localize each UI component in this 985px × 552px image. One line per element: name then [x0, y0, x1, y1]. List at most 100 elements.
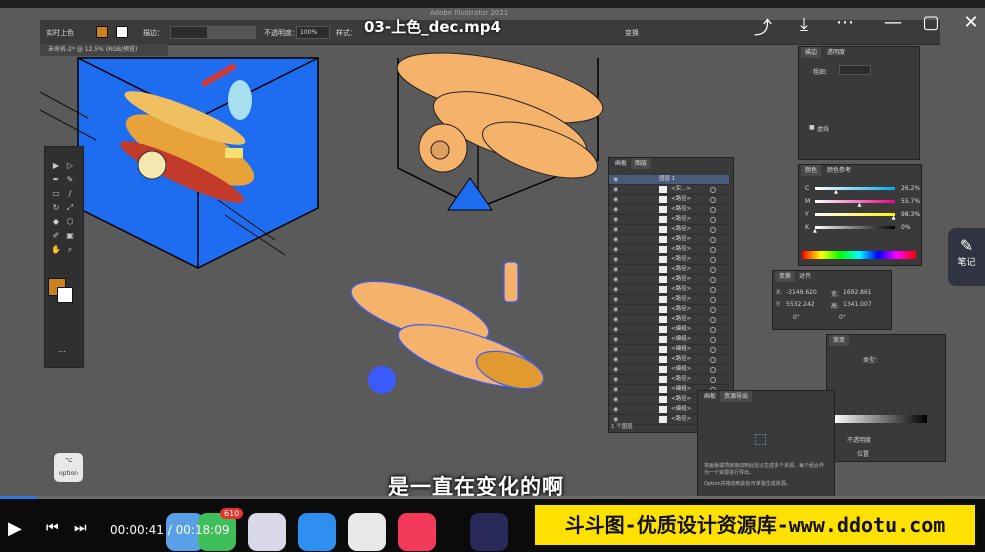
layer-row[interactable]: ◉ <路径>: [609, 375, 729, 385]
close-icon[interactable]: ✕: [958, 12, 984, 33]
tab-artboards-2[interactable]: 画板: [700, 391, 720, 402]
hand-tool-icon[interactable]: ✋: [51, 245, 61, 255]
direct-selection-tool-icon[interactable]: ▷: [65, 161, 75, 171]
layer-row[interactable]: ◉ <路径>: [609, 265, 729, 275]
h-value[interactable]: 1341.007: [843, 301, 872, 308]
color-channel-row[interactable]: Y ▲ 98.3%: [805, 211, 920, 221]
color-spectrum[interactable]: [802, 251, 916, 259]
tab-asset-export[interactable]: 资源导出: [720, 391, 753, 402]
share-icon[interactable]: ⤴: [750, 14, 776, 40]
target-circle-icon[interactable]: [710, 227, 716, 233]
play-icon[interactable]: ▶: [8, 518, 22, 539]
layer-row[interactable]: ◉ <路径>: [609, 315, 729, 325]
eyedropper-tool-icon[interactable]: ✐: [51, 231, 61, 241]
visibility-eye-icon[interactable]: ◉: [613, 375, 618, 384]
target-circle-icon[interactable]: [710, 367, 716, 373]
layer-row[interactable]: ◉ <路径>: [609, 235, 729, 245]
channel-slider[interactable]: [815, 200, 895, 203]
stroke-weight-field[interactable]: [839, 65, 871, 75]
layer-row[interactable]: ◉ <路径>: [609, 205, 729, 215]
target-circle-icon[interactable]: [710, 357, 716, 363]
visibility-eye-icon[interactable]: ◉: [613, 195, 618, 204]
music-dock-icon[interactable]: [398, 513, 436, 551]
target-circle-icon[interactable]: [710, 237, 716, 243]
maximize-icon[interactable]: ▢: [918, 12, 944, 33]
launchpad-dock-icon[interactable]: [248, 513, 286, 551]
minimize-icon[interactable]: —: [880, 12, 906, 33]
rectangle-tool-icon[interactable]: ▭: [51, 189, 61, 199]
visibility-eye-icon[interactable]: ◉: [613, 205, 618, 214]
tab-color-guide[interactable]: 颜色参考: [823, 165, 855, 176]
slider-thumb-icon[interactable]: ▲: [834, 189, 838, 195]
target-circle-icon[interactable]: [710, 267, 716, 273]
layer-row[interactable]: ◉ <路径>: [609, 355, 729, 365]
shape-builder-icon[interactable]: ⬡: [65, 217, 75, 227]
slider-thumb-icon[interactable]: ▲: [858, 202, 862, 208]
visibility-eye-icon[interactable]: ◉: [613, 355, 618, 364]
safari-dock-icon[interactable]: [298, 513, 336, 551]
color-channel-row[interactable]: M ▲ 55.7%: [805, 198, 920, 208]
tab-layers[interactable]: 图层: [631, 158, 652, 169]
channel-slider[interactable]: [815, 226, 895, 229]
visibility-eye-icon[interactable]: ◉: [613, 365, 618, 374]
target-circle-icon[interactable]: [710, 307, 716, 313]
layer-row[interactable]: ◉ <路径>: [609, 305, 729, 315]
layer-row[interactable]: ◉ <路径>: [609, 275, 729, 285]
channel-value[interactable]: 55.7: [901, 198, 914, 205]
visibility-eye-icon[interactable]: ◉: [613, 215, 618, 224]
target-circle-icon[interactable]: [710, 377, 716, 383]
brush-tool-icon[interactable]: ∕: [65, 189, 75, 199]
more-icon[interactable]: ⋯: [832, 12, 858, 33]
visibility-eye-icon[interactable]: ◉: [613, 325, 618, 334]
pencil-tool-icon[interactable]: ✎: [65, 175, 75, 185]
visibility-eye-icon[interactable]: ◉: [613, 405, 618, 414]
chrome-dock-icon[interactable]: [348, 513, 386, 551]
progress-track[interactable]: [0, 496, 985, 499]
visibility-eye-icon[interactable]: ◉: [613, 345, 618, 354]
tab-artboards[interactable]: 画板: [611, 158, 631, 169]
eraser-tool-icon[interactable]: ◆: [51, 217, 61, 227]
layer-row[interactable]: ◉ <路径>: [609, 195, 729, 205]
layer-row[interactable]: ◉ <编组>: [609, 335, 729, 345]
color-channel-row[interactable]: K ▲ 0%: [805, 224, 919, 234]
visibility-eye-icon[interactable]: ◉: [613, 235, 618, 244]
selection-tool-icon[interactable]: ▶: [51, 161, 61, 171]
channel-slider[interactable]: [815, 187, 895, 190]
visibility-eye-icon[interactable]: ◉: [613, 295, 618, 304]
layer-row[interactable]: ◉ <编组>: [609, 365, 729, 375]
layer-row-top[interactable]: ◉ 图层 1: [609, 175, 729, 185]
color-channel-row[interactable]: C ▲ 26.2%: [805, 185, 920, 195]
next-icon[interactable]: ⏭: [74, 520, 87, 536]
layer-row[interactable]: ◉ <路径>: [609, 285, 729, 295]
layer-row[interactable]: ◉ <路径>: [609, 225, 729, 235]
visibility-eye-icon[interactable]: ◉: [613, 305, 618, 314]
visibility-eye-icon[interactable]: ◉: [613, 385, 618, 394]
tab-color[interactable]: 颜色: [801, 165, 822, 176]
target-circle-icon[interactable]: [710, 187, 716, 193]
target-circle-icon[interactable]: [710, 327, 716, 333]
target-circle-icon[interactable]: [710, 297, 716, 303]
visibility-eye-icon[interactable]: ◉: [613, 185, 618, 194]
shear-angle[interactable]: 0°: [839, 314, 846, 321]
tab-align[interactable]: 对齐: [795, 271, 815, 282]
visibility-eye-icon[interactable]: ◉: [613, 225, 618, 234]
slider-thumb-icon[interactable]: ▲: [813, 228, 817, 234]
live-paint-bucket-icon[interactable]: ▣: [65, 231, 75, 241]
rotate-tool-icon[interactable]: ↻: [51, 203, 61, 213]
prev-icon[interactable]: ⏮: [46, 520, 59, 536]
visibility-eye-icon[interactable]: ◉: [613, 315, 618, 324]
target-circle-icon[interactable]: [710, 317, 716, 323]
gradient-ramp[interactable]: [833, 415, 927, 423]
layer-row[interactable]: ◉ <编组>: [609, 345, 729, 355]
notes-button[interactable]: ✎ 笔记: [948, 228, 985, 286]
target-circle-icon[interactable]: [710, 247, 716, 253]
layer-row[interactable]: ◉ <路径>: [609, 215, 729, 225]
visibility-eye-icon[interactable]: ◉: [613, 265, 618, 274]
target-circle-icon[interactable]: [710, 257, 716, 263]
target-circle-icon[interactable]: [710, 197, 716, 203]
target-circle-icon[interactable]: [710, 217, 716, 223]
channel-value[interactable]: 26.2: [901, 185, 914, 192]
visibility-eye-icon[interactable]: ◉: [613, 275, 618, 284]
tab-gradient[interactable]: 渐变: [829, 335, 850, 346]
tab-stroke[interactable]: 描边: [801, 47, 822, 58]
